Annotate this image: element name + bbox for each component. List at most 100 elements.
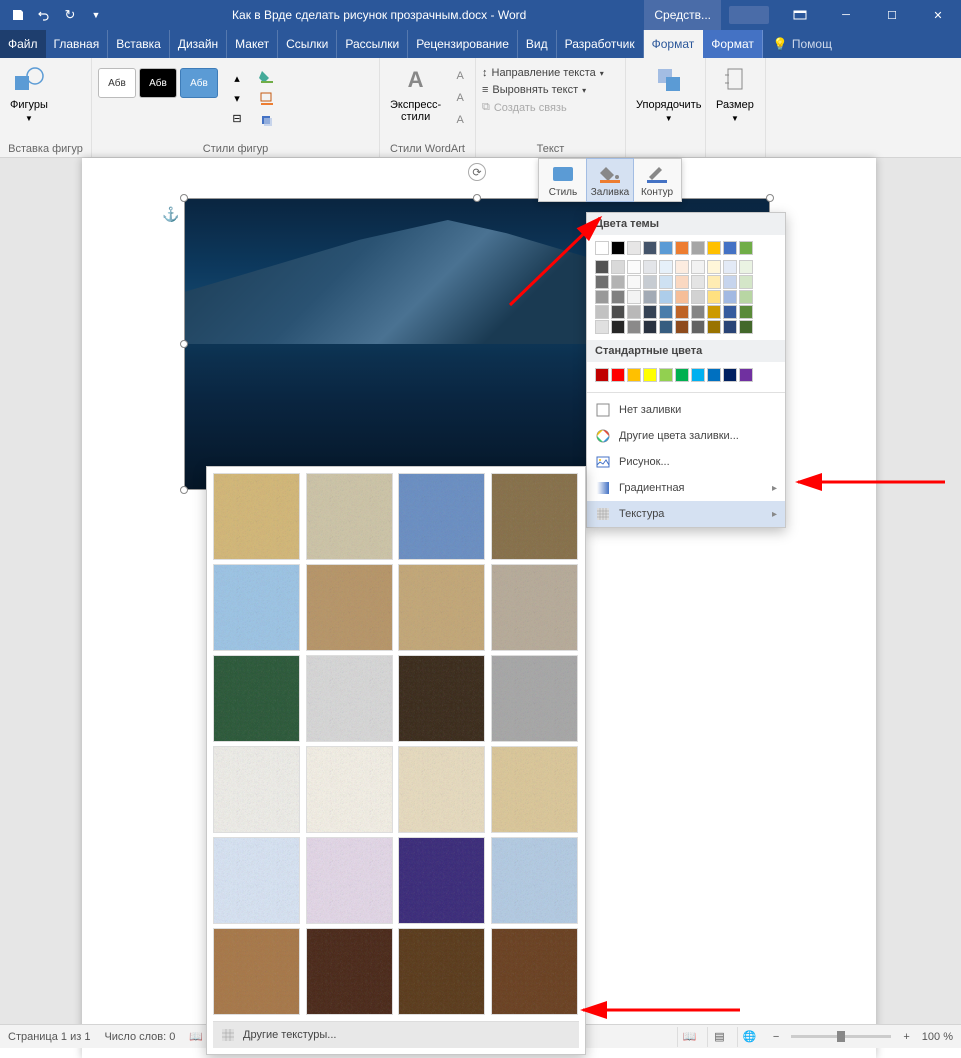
color-swatch[interactable] [675,305,689,319]
color-swatch[interactable] [611,275,625,289]
shape-fill-button[interactable] [256,66,278,86]
texture-swatch[interactable] [491,473,578,560]
texture-swatch[interactable] [491,655,578,742]
tab-layout[interactable]: Макет [227,30,278,58]
shape-outline-button[interactable] [256,88,278,108]
color-swatch[interactable] [707,305,721,319]
color-swatch[interactable] [611,320,625,334]
color-swatch[interactable] [691,305,705,319]
color-swatch[interactable] [739,275,753,289]
ribbon-display-options[interactable] [777,0,823,30]
color-swatch[interactable] [643,305,657,319]
color-swatch[interactable] [723,290,737,304]
color-swatch[interactable] [595,368,609,382]
tab-format-picture[interactable]: Формат [703,30,763,58]
texture-swatch[interactable] [306,746,393,833]
user-account[interactable] [729,6,769,24]
tab-insert[interactable]: Вставка [108,30,170,58]
word-count[interactable]: Число слов: 0 [104,1031,175,1043]
web-layout-button[interactable]: 🌐 [737,1027,761,1047]
wordart-styles-button[interactable]: A Экспресс-стили [386,62,445,125]
resize-handle[interactable] [180,194,188,202]
color-swatch[interactable] [691,320,705,334]
color-swatch[interactable] [675,275,689,289]
redo-button[interactable]: ↻ [58,3,82,27]
texture-swatch[interactable] [398,928,485,1015]
zoom-out-button[interactable]: − [767,1031,785,1043]
size-button[interactable]: Размер▼ [712,62,758,125]
color-swatch[interactable] [723,275,737,289]
color-swatch[interactable] [691,260,705,274]
read-mode-button[interactable]: 📖 [677,1027,701,1047]
mini-style-button[interactable]: Стиль [539,159,587,201]
picture-fill-item[interactable]: Рисунок... [587,449,785,475]
shape-style-1[interactable]: Абв [98,68,136,98]
color-swatch[interactable] [627,368,641,382]
color-swatch[interactable] [675,320,689,334]
color-swatch[interactable] [627,290,641,304]
print-layout-button[interactable]: ▤ [707,1027,731,1047]
color-swatch[interactable] [675,368,689,382]
spellcheck-button[interactable]: 📖 [189,1030,203,1043]
color-swatch[interactable] [707,320,721,334]
texture-swatch[interactable] [491,746,578,833]
color-swatch[interactable] [723,260,737,274]
zoom-in-button[interactable]: + [897,1031,915,1043]
color-swatch[interactable] [595,275,609,289]
save-button[interactable] [6,3,30,27]
gallery-up[interactable]: ▴ [226,68,248,88]
gradient-fill-item[interactable]: Градиентная ▸ [587,475,785,501]
color-swatch[interactable] [675,260,689,274]
color-swatch[interactable] [627,305,641,319]
color-swatch[interactable] [707,241,721,255]
texture-fill-item[interactable]: Текстура ▸ [587,501,785,527]
color-swatch[interactable] [611,241,625,255]
color-swatch[interactable] [643,368,657,382]
color-swatch[interactable] [659,241,673,255]
tab-mailings[interactable]: Рассылки [337,30,408,58]
shape-style-3[interactable]: Абв [180,68,218,98]
texture-swatch[interactable] [491,928,578,1015]
texture-swatch[interactable] [398,746,485,833]
mini-fill-button[interactable]: Заливка [586,158,634,202]
shape-effects-button[interactable] [256,110,278,130]
texture-swatch[interactable] [398,564,485,651]
tell-me[interactable]: 💡 Помощ [763,30,842,58]
resize-handle[interactable] [766,194,774,202]
color-swatch[interactable] [691,368,705,382]
maximize-button[interactable]: ☐ [869,0,915,30]
color-swatch[interactable] [595,241,609,255]
color-swatch[interactable] [723,320,737,334]
color-swatch[interactable] [611,290,625,304]
color-swatch[interactable] [739,305,753,319]
color-swatch[interactable] [643,260,657,274]
more-textures-item[interactable]: Другие текстуры... [213,1021,579,1048]
gallery-more[interactable]: ⊟ [226,108,248,128]
color-swatch[interactable] [627,241,641,255]
page-indicator[interactable]: Страница 1 из 1 [8,1031,90,1043]
color-swatch[interactable] [643,241,657,255]
color-swatch[interactable] [595,305,609,319]
color-swatch[interactable] [723,368,737,382]
tab-references[interactable]: Ссылки [278,30,337,58]
resize-handle[interactable] [473,194,481,202]
color-swatch[interactable] [739,320,753,334]
texture-swatch[interactable] [398,473,485,560]
close-button[interactable]: ✕ [915,0,961,30]
tab-developer[interactable]: Разработчик [557,30,644,58]
color-swatch[interactable] [739,260,753,274]
rotate-handle[interactable]: ⟳ [468,163,486,181]
undo-button[interactable] [32,3,56,27]
color-swatch[interactable] [659,260,673,274]
tab-format-shape[interactable]: Формат [644,30,704,58]
texture-swatch[interactable] [306,473,393,560]
texture-swatch[interactable] [213,473,300,560]
text-direction-button[interactable]: ↕Направление текста ▾ [482,66,604,80]
gallery-down[interactable]: ▾ [226,88,248,108]
color-swatch[interactable] [707,290,721,304]
color-swatch[interactable] [611,368,625,382]
texture-swatch[interactable] [491,564,578,651]
tab-review[interactable]: Рецензирование [408,30,518,58]
texture-swatch[interactable] [213,928,300,1015]
color-swatch[interactable] [611,305,625,319]
